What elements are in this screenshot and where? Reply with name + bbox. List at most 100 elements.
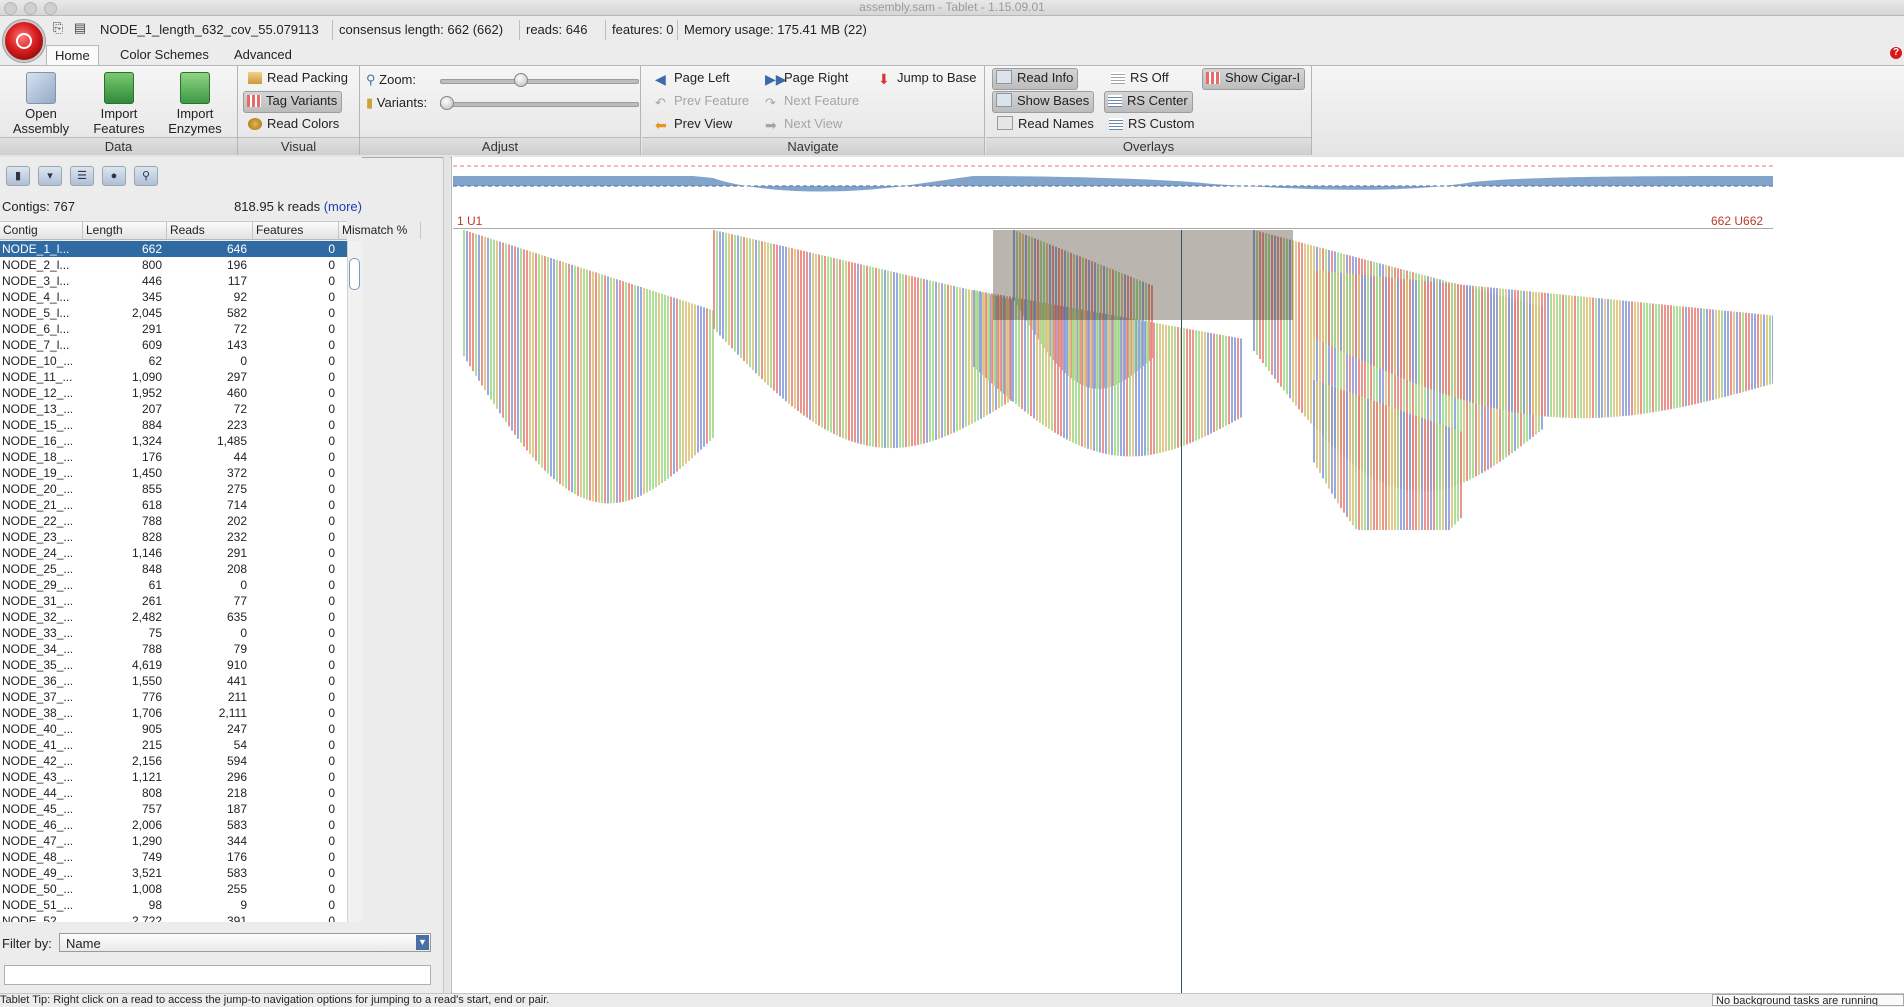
- list-view-icon[interactable]: ☰: [70, 166, 94, 186]
- column-header-contig[interactable]: Contig: [0, 222, 83, 239]
- table-row[interactable]: NODE_22_... 788 202 00: [0, 513, 347, 529]
- coverage-overview[interactable]: [453, 162, 1773, 198]
- tab-color-schemes[interactable]: Color Schemes: [112, 45, 217, 65]
- contigs-scrollbar[interactable]: [347, 241, 362, 922]
- table-row[interactable]: NODE_5_l... 2,045 582 00: [0, 305, 347, 321]
- page-right-button[interactable]: ▶▶Page Right: [762, 68, 852, 88]
- table-row[interactable]: NODE_42_... 2,156 594 00.1: [0, 753, 347, 769]
- table-row[interactable]: NODE_49_... 3,521 583 00: [0, 865, 347, 881]
- prev-feature-button[interactable]: ↶ Prev Feature: [652, 91, 753, 111]
- table-row[interactable]: NODE_7_l... 609 143 00.1: [0, 337, 347, 353]
- table-row[interactable]: NODE_21_... 618 714 00.2: [0, 497, 347, 513]
- read-base-stripe: [589, 270, 591, 501]
- table-row[interactable]: NODE_34_... 788 79 00: [0, 641, 347, 657]
- table-row[interactable]: NODE_3_l... 446 117 00: [0, 273, 347, 289]
- table-row[interactable]: NODE_18_... 176 44 00.8: [0, 449, 347, 465]
- table-row[interactable]: NODE_24_... 1,146 291 00: [0, 545, 347, 561]
- zoom-slider-track[interactable]: [440, 79, 639, 84]
- tag-variants-button[interactable]: Tag Variants: [243, 91, 343, 113]
- save-icon[interactable]: ▤: [72, 20, 88, 36]
- table-row[interactable]: NODE_46_... 2,006 583 00: [0, 817, 347, 833]
- jump-to-base-button[interactable]: ⬇ Jump to Base: [875, 68, 981, 88]
- table-row[interactable]: NODE_47_... 1,290 344 00: [0, 833, 347, 849]
- table-row[interactable]: NODE_29_...61000: [0, 577, 347, 593]
- table-row[interactable]: NODE_13_... 207 72 00.7: [0, 401, 347, 417]
- show-bases-button[interactable]: Show Bases: [992, 91, 1095, 113]
- import-enzymes-button[interactable]: Import Enzymes: [162, 72, 228, 136]
- table-row[interactable]: NODE_44_... 808 218 00: [0, 785, 347, 801]
- open-assembly-button[interactable]: Open Assembly: [8, 72, 74, 136]
- table-row[interactable]: NODE_25_... 848 208 00.1: [0, 561, 347, 577]
- open-file-icon[interactable]: ⎘: [50, 20, 66, 36]
- table-row[interactable]: NODE_41_... 215 54 00.2: [0, 737, 347, 753]
- filter-dropdown-icon[interactable]: ▾: [38, 166, 62, 186]
- table-row[interactable]: NODE_16_... 1,324 1,485 00.1: [0, 433, 347, 449]
- close-window-button[interactable]: [4, 2, 17, 15]
- table-row[interactable]: NODE_51_... 98 9 00: [0, 897, 347, 913]
- import-features-button[interactable]: Import Features: [86, 72, 152, 136]
- read-info-button[interactable]: Read Info: [992, 68, 1079, 90]
- prev-view-button[interactable]: ⬅ Prev View: [652, 114, 736, 134]
- table-row[interactable]: NODE_6_l... 291 72 00: [0, 321, 347, 337]
- table-row[interactable]: NODE_52_... 2,722 391 00.1: [0, 913, 347, 922]
- table-row[interactable]: NODE_38_... 1,706 2,111 00.1: [0, 705, 347, 721]
- table-row[interactable]: NODE_45_... 757 187 00.1: [0, 801, 347, 817]
- filter-by-select[interactable]: Name: [59, 933, 431, 952]
- table-row[interactable]: NODE_43_... 1,121 296 00: [0, 769, 347, 785]
- table-row[interactable]: NODE_36_... 1,550 441 00: [0, 673, 347, 689]
- column-header-features[interactable]: Features: [253, 222, 339, 239]
- rs-off-button[interactable]: RS Off: [1108, 68, 1173, 88]
- table-row[interactable]: NODE_12_... 1,952 460 00: [0, 385, 347, 401]
- minimize-window-button[interactable]: [24, 2, 37, 15]
- contigs-view-icon[interactable]: ▮: [6, 166, 30, 186]
- column-header-length[interactable]: Length: [83, 222, 167, 239]
- table-row[interactable]: NODE_15_... 884 223 00.3: [0, 417, 347, 433]
- table-row[interactable]: NODE_40_... 905 247 00.1: [0, 721, 347, 737]
- app-menu-orb[interactable]: [3, 20, 45, 62]
- show-cigar-button[interactable]: Show Cigar-I: [1202, 68, 1306, 90]
- read-base-stripe: [1604, 298, 1606, 418]
- zoom-window-button[interactable]: [44, 2, 57, 15]
- table-row[interactable]: NODE_19_... 1,450 372 00.1: [0, 465, 347, 481]
- chevron-down-icon[interactable]: ▼: [416, 935, 429, 950]
- filter-text-input[interactable]: [4, 965, 431, 985]
- page-left-button[interactable]: ◀ Page Left: [652, 68, 734, 88]
- table-row[interactable]: NODE_4_l... 345 92 00.1: [0, 289, 347, 305]
- rs-custom-button[interactable]: RS Custom: [1106, 114, 1198, 134]
- table-row[interactable]: NODE_35_... 4,619 910 00.1: [0, 657, 347, 673]
- tab-home[interactable]: Home: [46, 45, 99, 66]
- zoom-slider-knob[interactable]: [514, 73, 528, 87]
- read-base-stripe: [1664, 304, 1666, 411]
- help-icon[interactable]: ?: [1890, 47, 1902, 59]
- next-feature-button[interactable]: ↷ Next Feature: [762, 91, 863, 111]
- variants-slider-track[interactable]: [440, 102, 639, 107]
- color-wheel-icon[interactable]: ●: [102, 166, 126, 186]
- table-row[interactable]: NODE_1_l... 662 646 00.2: [0, 241, 347, 257]
- table-row[interactable]: NODE_37_... 776 211 00: [0, 689, 347, 705]
- column-header-mismatch[interactable]: Mismatch %: [339, 222, 421, 239]
- table-row[interactable]: NODE_33_...75000: [0, 625, 347, 641]
- column-header-reads[interactable]: Reads: [167, 222, 253, 239]
- split-pane-divider[interactable]: [443, 157, 450, 1003]
- variants-slider-knob[interactable]: [440, 96, 454, 110]
- table-row[interactable]: NODE_48_... 749 176 00: [0, 849, 347, 865]
- read-colors-button[interactable]: Read Colors: [245, 114, 343, 134]
- table-row[interactable]: NODE_32_... 2,482 635 00: [0, 609, 347, 625]
- table-row[interactable]: NODE_11_... 1,090 297 00.1: [0, 369, 347, 385]
- next-view-button[interactable]: ➡ Next View: [762, 114, 846, 134]
- table-row[interactable]: NODE_10_...62000: [0, 353, 347, 369]
- more-link[interactable]: (more): [324, 199, 362, 214]
- search-icon[interactable]: ⚲: [134, 166, 158, 186]
- table-row[interactable]: NODE_20_... 855 275 00: [0, 481, 347, 497]
- contigs-scrollbar-thumb[interactable]: [349, 258, 360, 290]
- table-row[interactable]: NODE_23_... 828 232 00: [0, 529, 347, 545]
- read-packing-button[interactable]: Read Packing: [245, 68, 352, 88]
- table-row[interactable]: NODE_31_... 261 77 00: [0, 593, 347, 609]
- tab-advanced[interactable]: Advanced: [226, 45, 300, 65]
- table-row[interactable]: NODE_50_... 1,008 255 00: [0, 881, 347, 897]
- table-row[interactable]: NODE_2_l... 800 196 00: [0, 257, 347, 273]
- read-names-button[interactable]: Read Names: [994, 114, 1098, 134]
- read-base-stripe: [988, 292, 990, 381]
- reads-canvas[interactable]: [453, 230, 1773, 530]
- rs-center-button[interactable]: RS Center: [1104, 91, 1193, 113]
